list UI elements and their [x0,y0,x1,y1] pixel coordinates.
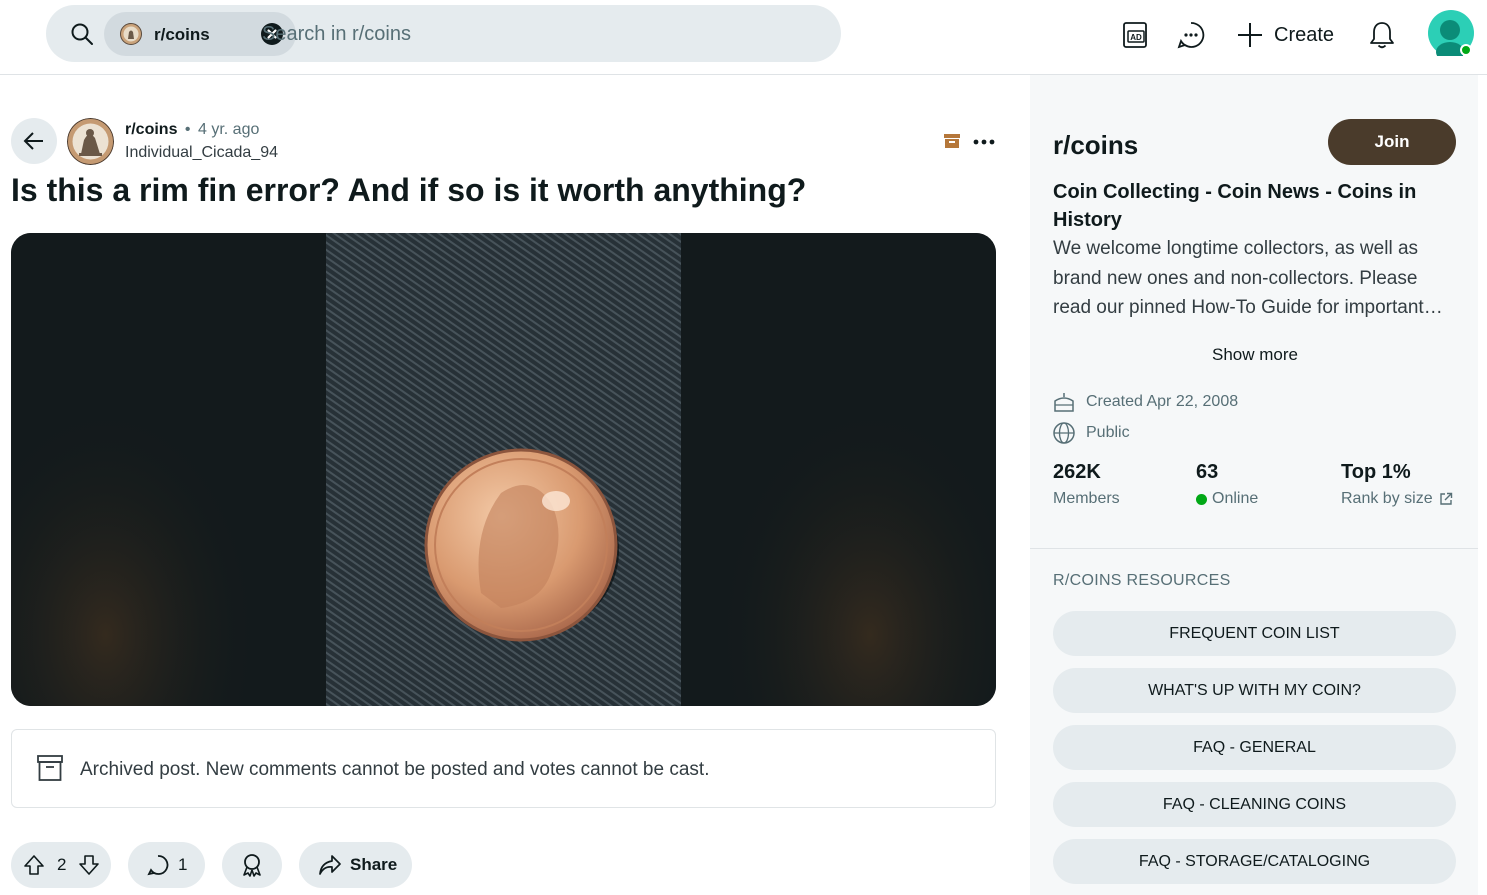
plus-icon [1236,21,1264,49]
user-avatar-button[interactable] [1428,10,1474,56]
online-count: 63 [1196,461,1219,483]
share-label: Share [350,855,398,874]
chat-button[interactable] [1176,14,1206,56]
search-bar[interactable]: r/coins [46,5,841,62]
rank-stat[interactable]: Top 1% Rank by size [1341,461,1453,508]
post-meta: r/coins • 4 yr. ago [125,121,259,139]
advertise-button[interactable]: AD [1120,14,1150,56]
post-title: Is this a rim fin error? And if so is it… [11,172,807,208]
vote-count: 2 [57,855,67,874]
vote-bar: 2 [11,842,111,888]
chip-label: r/coins [154,25,210,44]
top-header: r/coins AD Create [0,0,1487,75]
resource-whats-up-with-my-coin[interactable]: WHAT'S UP WITH MY COIN? [1053,668,1456,713]
rank-label-row: Rank by size [1341,490,1453,508]
online-label-row: Online [1196,490,1258,508]
create-label: Create [1274,23,1335,46]
visibility-row: Public [1053,422,1130,444]
search-input[interactable] [262,19,802,49]
resources-title: R/COINS RESOURCES [1053,572,1231,589]
created-row: Created Apr 22, 2008 [1053,391,1238,413]
members-count: 262K [1053,461,1101,483]
archived-icon [943,132,961,150]
subreddit-link[interactable]: r/coins [125,121,177,138]
resource-faq-storage-cataloging[interactable]: FAQ - STORAGE/CATALOGING [1053,839,1456,884]
comment-icon [147,854,169,876]
post-age: 4 yr. ago [197,121,260,138]
arrow-down-icon [79,855,100,875]
share-arrow-icon [318,854,342,876]
more-options-button[interactable] [968,126,1000,158]
share-button[interactable]: Share [299,842,412,888]
downvote-button[interactable] [78,854,100,876]
online-stat: 63 Online [1196,461,1258,508]
resource-faq-cleaning-coins[interactable]: FAQ - CLEANING COINS [1053,782,1456,827]
notifications-button[interactable] [1367,14,1397,56]
comment-count: 1 [178,855,188,874]
arrow-up-icon [24,855,44,875]
create-button[interactable]: Create [1236,14,1334,56]
award-icon [241,853,263,877]
archived-notice-text: Archived post. New comments cannot be po… [80,759,710,780]
bell-icon [1367,20,1397,50]
search-icon [70,22,94,46]
community-sidebar: r/coins Join Coin Collecting - Coin News… [1030,75,1478,895]
meta-separator: • [184,121,191,138]
sidebar-subreddit-title[interactable]: r/coins [1053,130,1138,161]
archived-notice: Archived post. New comments cannot be po… [11,729,996,808]
comments-button[interactable]: 1 [128,842,205,888]
subreddit-avatar[interactable] [67,118,114,165]
post-author[interactable]: Individual_Cicada_94 [125,144,278,162]
rank-value: Top 1% [1341,461,1411,483]
external-link-icon [1439,492,1453,506]
award-button[interactable] [222,842,282,888]
post-image[interactable] [11,233,996,706]
subreddit-chip-avatar [120,23,142,45]
community-heading: Coin Collecting - Coin News - Coins in H… [1053,181,1417,231]
members-label: Members [1053,490,1120,507]
ad-icon: AD [1120,20,1150,50]
svg-text:AD: AD [1130,33,1142,42]
upvote-button[interactable] [23,854,45,876]
created-date: Created Apr 22, 2008 [1086,393,1239,410]
members-stat: 262K Members [1053,461,1120,508]
visibility-label: Public [1086,424,1130,441]
rank-label: Rank by size [1341,490,1433,507]
online-indicator-icon [1196,493,1207,505]
online-label: Online [1212,490,1259,507]
avatar [1428,10,1474,56]
sidebar-divider [1030,548,1478,549]
resource-faq-general[interactable]: FAQ - GENERAL [1053,725,1456,770]
chat-bubble-icon [1176,20,1206,50]
back-button[interactable] [11,118,57,164]
globe-icon [1053,422,1075,444]
show-more-button[interactable]: Show more [1195,345,1315,365]
community-description: We welcome longtime collectors, as well … [1053,238,1424,318]
ellipsis-icon [968,126,1000,158]
join-button[interactable]: Join [1328,119,1456,165]
archive-box-icon [37,755,63,781]
cake-icon [1053,391,1075,413]
resource-frequent-coin-list[interactable]: FREQUENT COIN LIST [1053,611,1456,656]
